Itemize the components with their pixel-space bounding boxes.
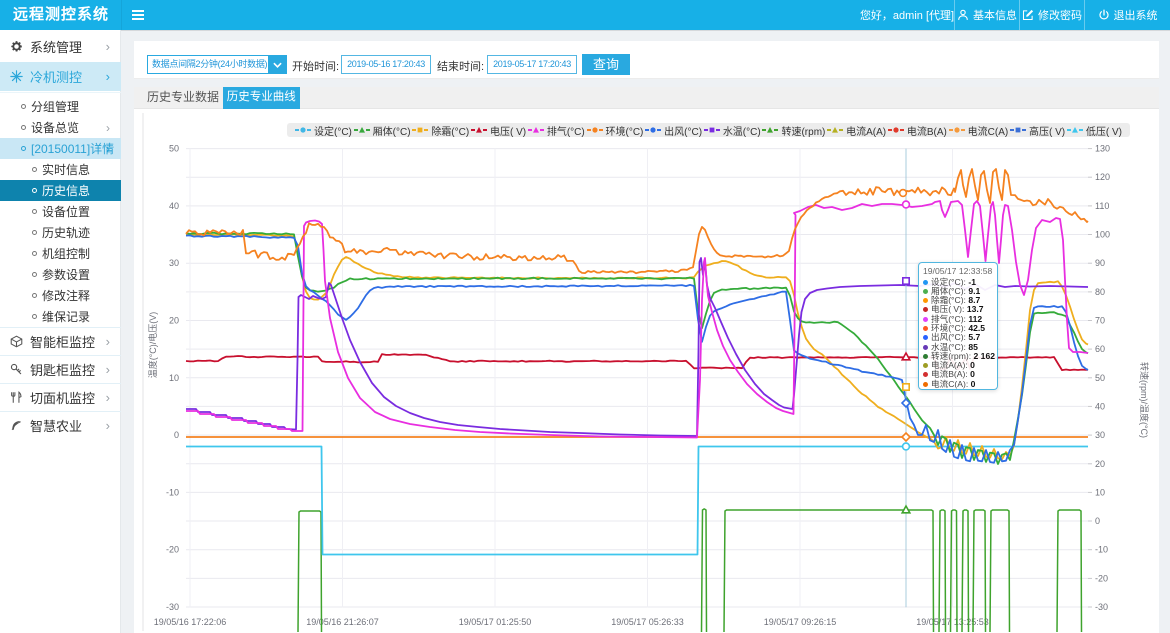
- svg-text:-10: -10: [1095, 545, 1108, 555]
- svg-text:-10: -10: [166, 487, 179, 497]
- svg-text:-30: -30: [1095, 602, 1108, 612]
- svg-text:50: 50: [1095, 373, 1105, 383]
- svg-text:30: 30: [169, 258, 179, 268]
- svg-text:50: 50: [169, 144, 179, 154]
- svg-text:-20: -20: [166, 545, 179, 555]
- svg-text:转速(rpm)/温度(°C): 转速(rpm)/温度(°C): [1139, 362, 1150, 438]
- svg-text:70: 70: [1095, 316, 1105, 326]
- svg-text:100: 100: [1095, 230, 1110, 240]
- svg-text:40: 40: [169, 201, 179, 211]
- svg-text:20: 20: [1095, 459, 1105, 469]
- svg-text:40: 40: [1095, 401, 1105, 411]
- svg-text:120: 120: [1095, 172, 1110, 182]
- svg-text:-20: -20: [1095, 573, 1108, 583]
- svg-text:-30: -30: [166, 602, 179, 612]
- svg-text:19/05/17 13:25:53: 19/05/17 13:25:53: [916, 617, 989, 627]
- svg-text:30: 30: [1095, 430, 1105, 440]
- svg-text:温度(°C)/电压(V): 温度(°C)/电压(V): [147, 312, 158, 379]
- svg-text:90: 90: [1095, 258, 1105, 268]
- svg-text:130: 130: [1095, 144, 1110, 154]
- svg-text:0: 0: [174, 430, 179, 440]
- svg-text:19/05/17 05:26:33: 19/05/17 05:26:33: [611, 617, 684, 627]
- svg-text:19/05/17 01:25:50: 19/05/17 01:25:50: [459, 617, 532, 627]
- svg-text:110: 110: [1095, 201, 1109, 211]
- svg-text:80: 80: [1095, 287, 1105, 297]
- svg-text:20: 20: [169, 316, 179, 326]
- svg-text:19/05/16 21:26:07: 19/05/16 21:26:07: [306, 617, 379, 627]
- svg-text:10: 10: [1095, 487, 1105, 497]
- svg-text:19/05/16 17:22:06: 19/05/16 17:22:06: [154, 617, 227, 627]
- svg-text:0: 0: [1095, 516, 1100, 526]
- svg-text:10: 10: [169, 373, 179, 383]
- svg-text:19/05/17 09:26:15: 19/05/17 09:26:15: [764, 617, 837, 627]
- svg-text:60: 60: [1095, 344, 1105, 354]
